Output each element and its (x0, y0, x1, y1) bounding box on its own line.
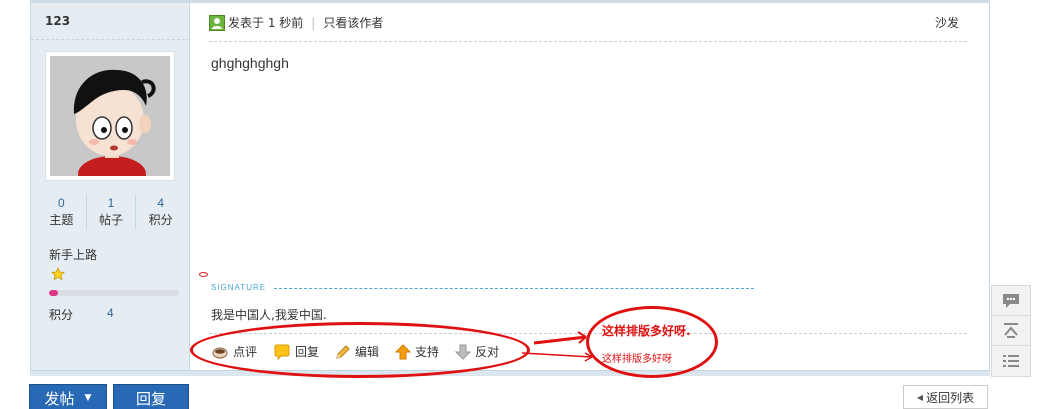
meta-divider (209, 41, 967, 42)
points-value: 4 (107, 306, 114, 320)
online-status-icon (209, 14, 225, 31)
post-message: ghghghghgh (211, 55, 289, 71)
back-to-list-button[interactable]: ◀ 返回列表 (903, 385, 988, 409)
author-name[interactable]: 123 (45, 14, 70, 28)
only-author-link[interactable]: 只看该作者 (323, 14, 383, 31)
post-container: 123 0 主题 1 帖子 4 积分 新手上路 积分 4 发表于 1 秒前 | … (30, 3, 990, 373)
reply-button[interactable]: 回复 (113, 384, 189, 409)
floor-number[interactable]: 沙发 (935, 14, 959, 31)
stat-points-label: 积分 (148, 213, 173, 227)
user-stats: 0 主题 1 帖子 4 积分 (37, 195, 185, 229)
list-tool[interactable] (992, 346, 1030, 376)
list-icon (1003, 355, 1019, 367)
rank-progress-fill (49, 290, 59, 296)
annotation-ellipse-actions (190, 322, 530, 378)
signature-line (274, 288, 754, 289)
user-rank[interactable]: 新手上路 (49, 246, 97, 263)
stat-posts-label: 帖子 (99, 213, 124, 227)
stat-posts[interactable]: 1 帖子 (87, 195, 137, 229)
star-icon (51, 267, 65, 281)
author-sidebar: 123 0 主题 1 帖子 4 积分 新手上路 积分 4 (31, 3, 190, 373)
annotation-small-circle (199, 272, 208, 277)
stat-points[interactable]: 4 积分 (136, 195, 185, 229)
signature-label: SIGNATURE (211, 283, 267, 292)
quick-reply-tool[interactable] (992, 286, 1030, 316)
rank-progress-bar (49, 290, 179, 296)
meta-separator: | (311, 15, 316, 30)
back-to-top-tool[interactable] (992, 316, 1030, 346)
annotation-note-small: 这样排版多好呀 (602, 354, 672, 365)
post-time: 发表于 1 秒前 (228, 16, 304, 30)
annotation-ellipse-note (586, 306, 718, 378)
avatar[interactable] (45, 51, 175, 181)
stat-threads-count: 0 (57, 196, 65, 210)
sidebar-divider (31, 39, 190, 40)
chevron-down-icon: ▼ (84, 393, 92, 403)
new-post-label: 发帖 (44, 389, 75, 408)
points-label: 积分 (49, 308, 74, 322)
stat-threads[interactable]: 0 主题 (37, 195, 87, 229)
floating-toolbar (991, 285, 1031, 377)
triangle-left-icon: ◀ (916, 392, 924, 402)
post-meta: 发表于 1 秒前 | 只看该作者 (209, 14, 383, 31)
stat-threads-label: 主题 (49, 213, 74, 227)
annotation-note-bold: 这样排版多好呀. (602, 324, 691, 338)
reply-button-label: 回复 (135, 389, 166, 408)
stat-points-count: 4 (157, 196, 165, 210)
back-to-top-icon (1004, 322, 1018, 338)
post-bottom-border (30, 370, 990, 376)
signature-text: 我是中国人,我爱中国. (211, 308, 327, 322)
stat-posts-count: 1 (107, 196, 115, 210)
avatar-image (50, 56, 170, 176)
chat-bubble-icon (1003, 293, 1019, 308)
new-post-button[interactable]: 发帖 ▼ (29, 384, 107, 409)
back-to-list-label: 返回列表 (926, 390, 975, 405)
post-content: 发表于 1 秒前 | 只看该作者 沙发 ghghghghgh SIGNATURE… (191, 3, 989, 373)
